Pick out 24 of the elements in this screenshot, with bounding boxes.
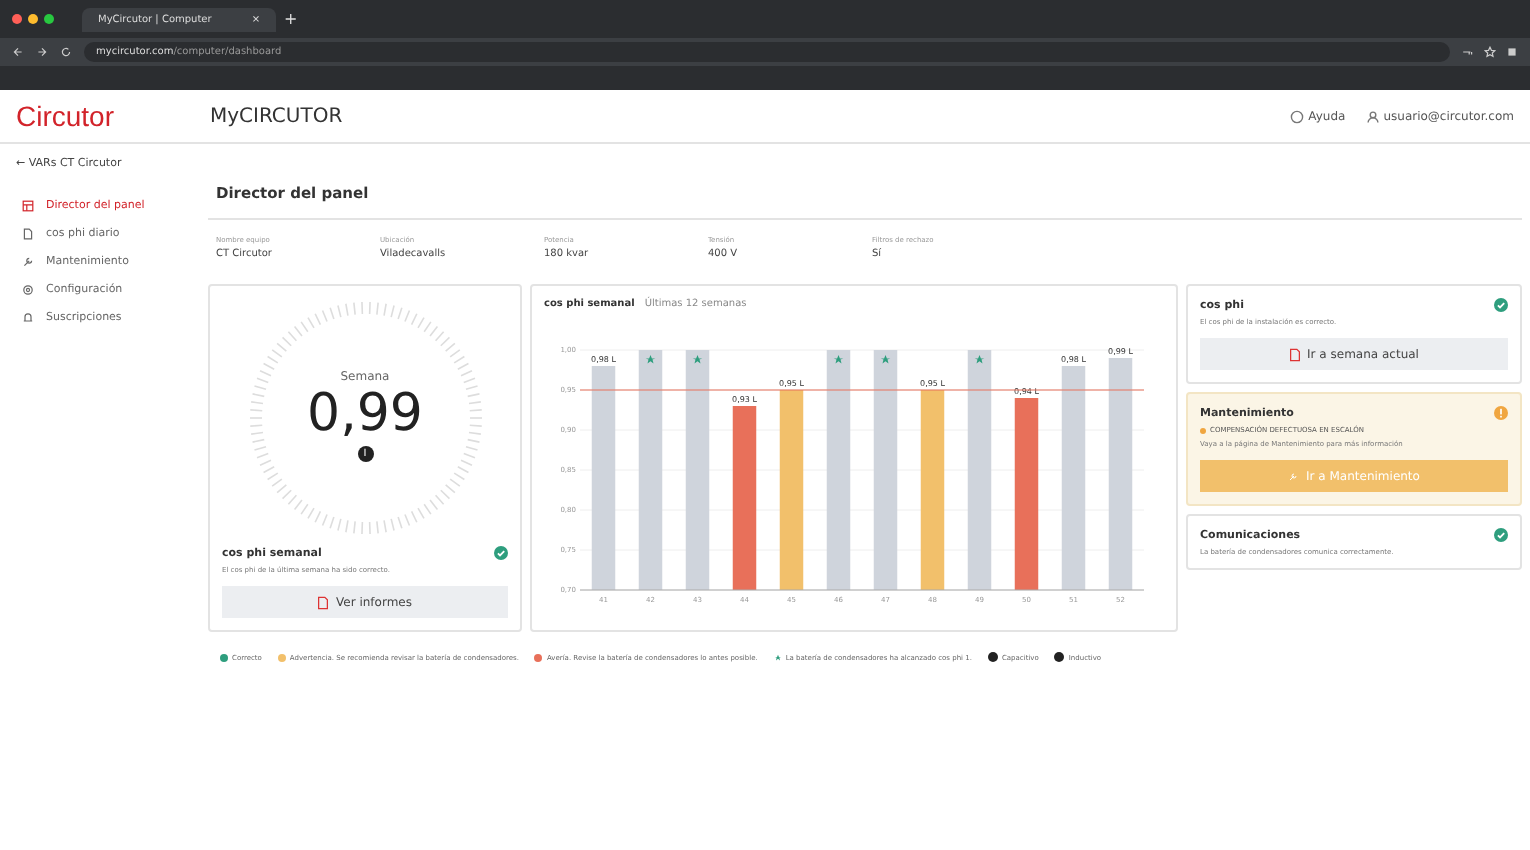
star-icon [880,355,891,364]
app-name: MyCIRCUTOR [210,105,345,127]
star-icon [833,355,844,364]
forward-icon[interactable] [36,46,48,58]
gauge-value: 0,99 [307,384,423,447]
star-icon [692,355,703,364]
logo[interactable]: Circutor [16,100,210,132]
document-icon [1289,347,1300,361]
alert-dot [1200,427,1206,433]
document-icon [22,228,34,240]
reload-icon[interactable] [60,46,72,58]
star-icon [974,355,985,364]
bell-icon [22,312,34,324]
back-icon[interactable] [12,46,24,58]
document-icon [318,595,328,610]
extension-icon[interactable] [1506,46,1518,58]
wrench-icon [1288,469,1299,483]
wrench-icon [22,256,34,268]
dashboard-icon [22,200,34,212]
user-icon [1365,109,1380,123]
gear-icon [22,284,34,296]
new-tab-button[interactable]: + [284,10,298,28]
star-icon[interactable] [1484,46,1496,58]
star-icon [645,355,656,364]
